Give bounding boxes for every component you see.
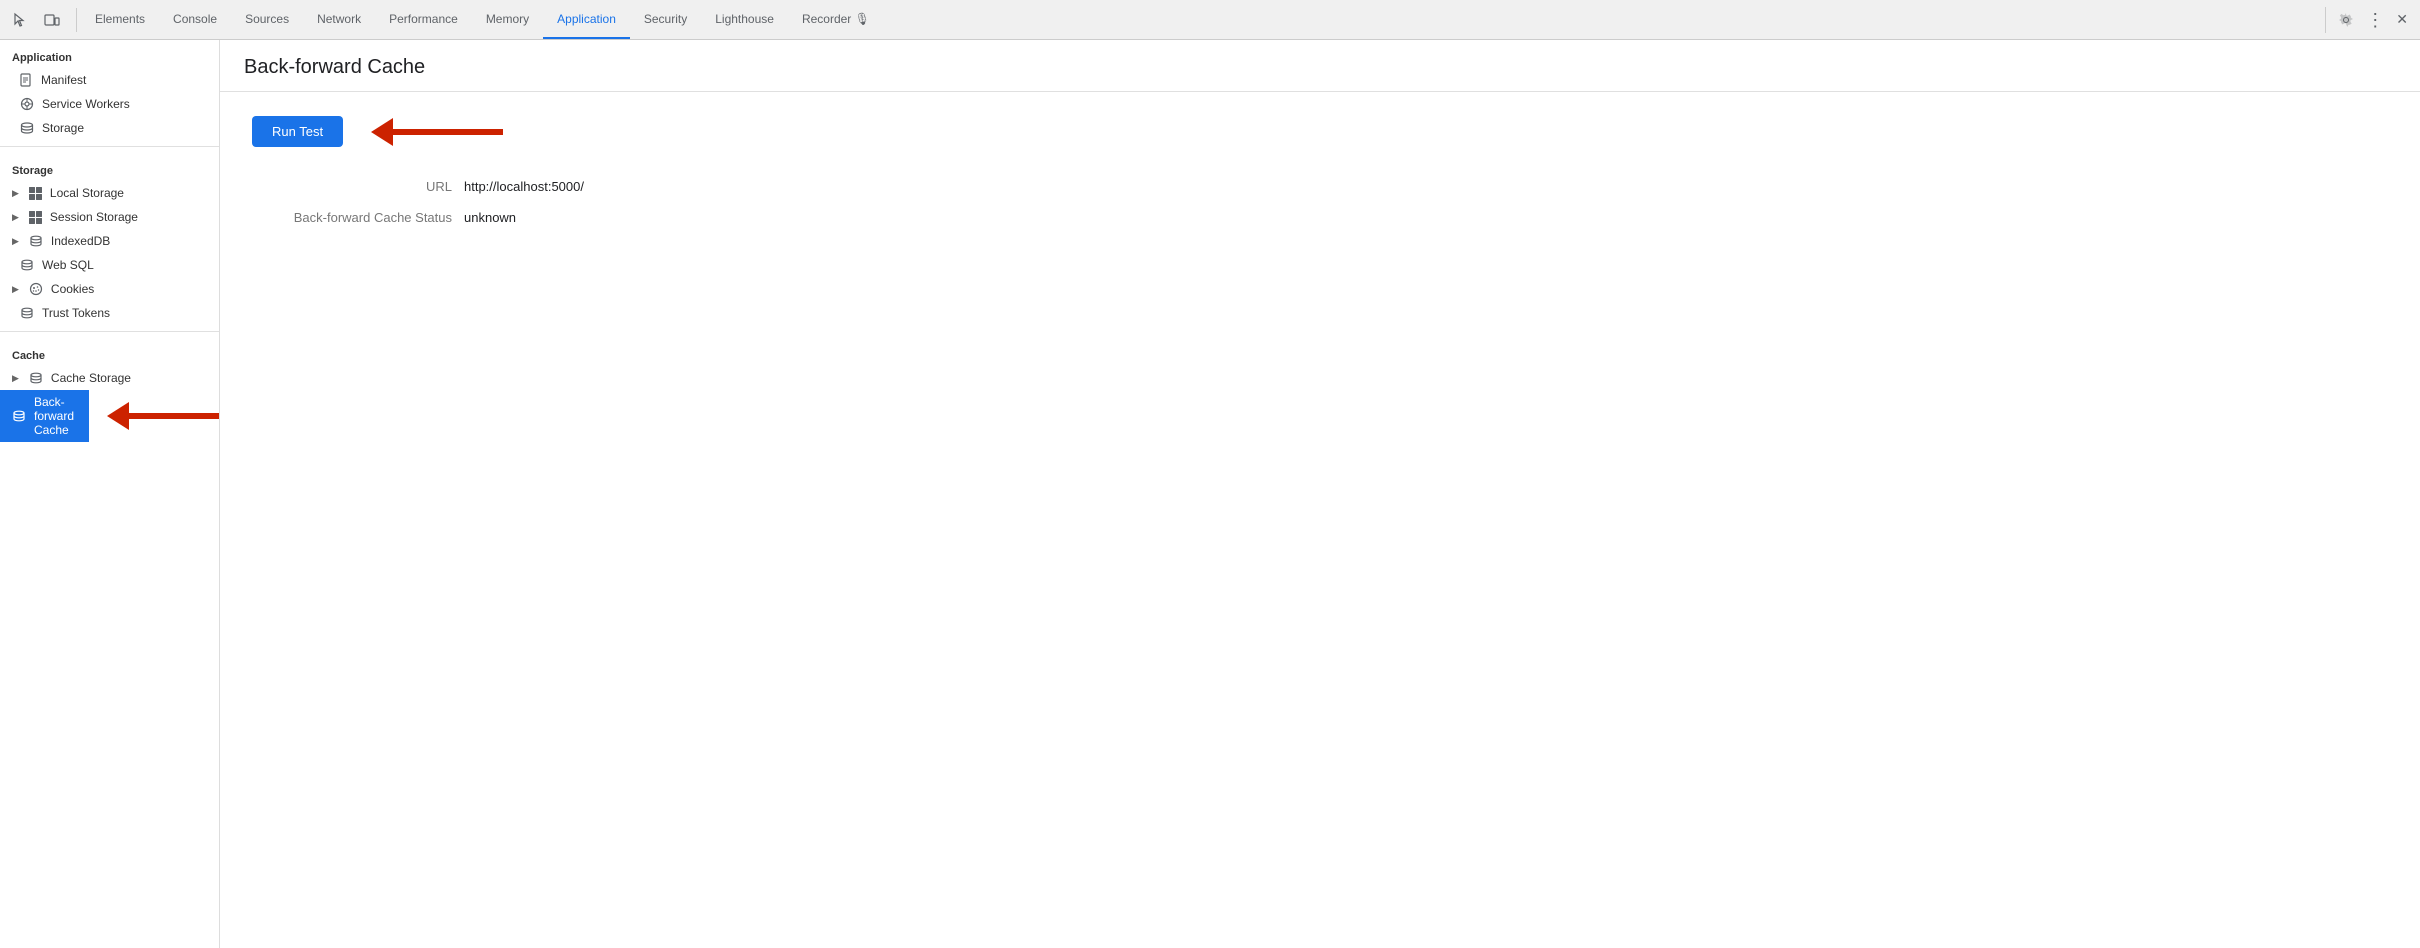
sidebar-item-service-workers[interactable]: Service Workers [0,92,219,116]
url-value: http://localhost:5000/ [464,179,584,194]
main-content: Back-forward Cache Run Test URL http://l… [220,40,2420,948]
page-title: Back-forward Cache [244,56,2396,79]
content-body: Run Test URL http://localhost:5000/ Back… [220,92,2420,265]
local-storage-label: Local Storage [50,186,211,200]
tab-network[interactable]: Network [303,0,375,39]
service-workers-label: Service Workers [42,97,211,111]
run-test-row: Run Test [252,116,2388,147]
sidebar-section-application: Application [0,40,219,68]
main-layout: Application Manifest [0,40,2420,948]
cache-status-label: Back-forward Cache Status [252,210,452,225]
local-storage-icon [29,187,42,200]
session-storage-icon [29,211,42,224]
tab-lighthouse[interactable]: Lighthouse [701,0,788,39]
close-button[interactable]: ✕ [2392,7,2412,32]
url-label: URL [252,179,452,194]
tab-application[interactable]: Application [543,0,630,39]
page-title-bar: Back-forward Cache [220,40,2420,92]
trust-tokens-icon [20,306,34,320]
sidebar-arrow-head [107,402,129,430]
cookies-label: Cookies [51,282,211,296]
tab-console[interactable]: Console [159,0,231,39]
cache-status-value: unknown [464,210,516,225]
sidebar: Application Manifest [0,40,220,948]
cookies-chevron: ▶ [12,284,19,295]
indexeddb-chevron: ▶ [12,236,19,247]
run-test-arrow-body [393,129,503,135]
back-forward-cache-row: Back-forward Cache [0,390,219,442]
settings-icon [2338,12,2354,28]
sidebar-item-back-forward-cache[interactable]: Back-forward Cache [0,390,89,442]
sidebar-item-indexeddb[interactable]: ▶ IndexedDB [0,229,219,253]
device-icon [44,12,60,28]
storage-top-label: Storage [42,121,211,135]
tab-security[interactable]: Security [630,0,701,39]
more-icon: ⋮ [2366,11,2384,29]
close-icon: ✕ [2396,11,2408,28]
tab-sources[interactable]: Sources [231,0,303,39]
run-test-button[interactable]: Run Test [252,116,343,147]
sidebar-item-manifest[interactable]: Manifest [0,68,219,92]
sidebar-item-session-storage[interactable]: ▶ Session Storage [0,205,219,229]
session-storage-chevron: ▶ [12,212,19,223]
storage-top-icon [20,121,34,135]
cursor-icon-button[interactable] [8,8,32,32]
more-options-button[interactable]: ⋮ [2362,7,2388,33]
settings-button[interactable] [2334,8,2358,32]
local-storage-chevron: ▶ [12,188,19,199]
sidebar-red-arrow [107,402,219,430]
cache-storage-label: Cache Storage [51,371,211,385]
manifest-icon [20,73,33,87]
cookies-icon [29,282,43,296]
session-storage-label: Session Storage [50,210,211,224]
indexeddb-icon [29,234,43,248]
web-sql-icon [20,258,34,272]
tab-bar: Elements Console Sources Network Perform… [81,0,2325,39]
sidebar-item-cookies[interactable]: ▶ Cookies [0,277,219,301]
indexeddb-label: IndexedDB [51,234,211,248]
sidebar-section-cache: Cache [0,338,219,366]
service-workers-icon [20,97,34,111]
trust-tokens-label: Trust Tokens [42,306,211,320]
toolbar-right-actions: ⋮ ✕ [2325,7,2412,33]
cursor-icon [12,12,28,28]
url-row: URL http://localhost:5000/ [252,179,2388,194]
manifest-label: Manifest [41,73,211,87]
tab-recorder[interactable]: Recorder 🎙 [788,0,884,39]
toolbar-icon-group [8,8,77,32]
sidebar-item-web-sql[interactable]: Web SQL [0,253,219,277]
sidebar-item-cache-storage[interactable]: ▶ Cache Storage [0,366,219,390]
run-test-arrow-head [371,118,393,146]
sidebar-divider-2 [0,331,219,332]
sidebar-item-trust-tokens[interactable]: Trust Tokens [0,301,219,325]
device-toggle-button[interactable] [40,8,64,32]
sidebar-arrow-body [129,413,219,419]
cache-storage-icon [29,371,43,385]
back-forward-cache-icon [12,409,26,423]
sidebar-item-storage-top[interactable]: Storage [0,116,219,140]
tab-elements[interactable]: Elements [81,0,159,39]
web-sql-label: Web SQL [42,258,211,272]
cache-storage-chevron: ▶ [12,373,19,384]
sidebar-section-storage: Storage [0,153,219,181]
run-test-red-arrow [371,118,503,146]
tab-memory[interactable]: Memory [472,0,543,39]
cache-status-row: Back-forward Cache Status unknown [252,210,2388,225]
back-forward-cache-label: Back-forward Cache [34,395,81,437]
devtools-toolbar: Elements Console Sources Network Perform… [0,0,2420,40]
sidebar-item-local-storage[interactable]: ▶ Local Storage [0,181,219,205]
tab-performance[interactable]: Performance [375,0,472,39]
sidebar-divider-1 [0,146,219,147]
